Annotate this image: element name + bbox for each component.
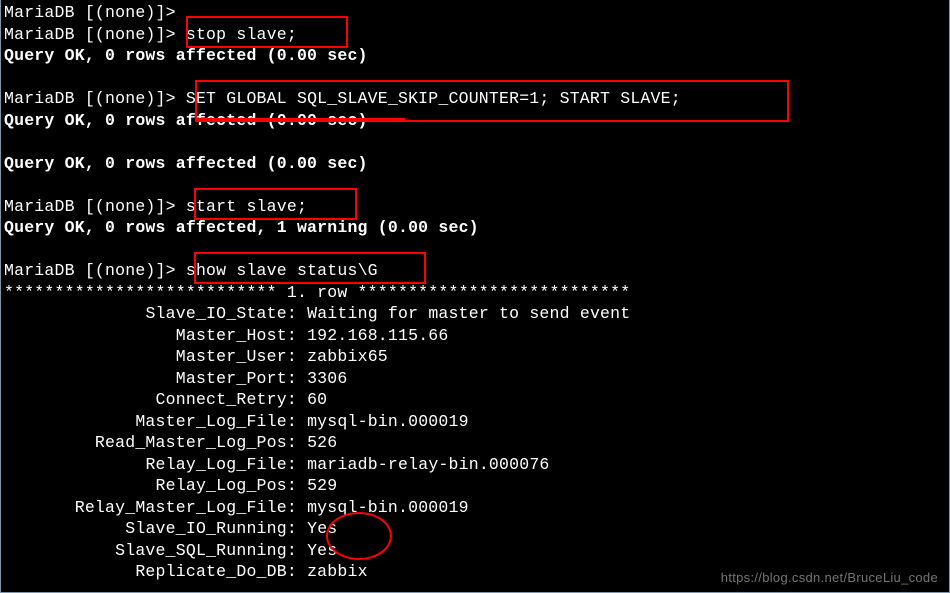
blank-2 bbox=[4, 132, 14, 151]
status-row: Relay_Log_File: mariadb-relay-bin.000076 bbox=[4, 455, 550, 474]
prompt-line-skip: MariaDB [(none)]> SET GLOBAL SQL_SLAVE_S… bbox=[4, 89, 681, 108]
response-ok-1: Query OK, 0 rows affected (0.00 sec) bbox=[4, 46, 368, 65]
status-row: Relay_Log_Pos: 529 bbox=[4, 476, 337, 495]
blank-4 bbox=[4, 240, 14, 259]
prompt-line-status: MariaDB [(none)]> show slave status\G bbox=[4, 261, 378, 280]
terminal-output[interactable]: MariaDB [(none)]> MariaDB [(none)]> stop… bbox=[0, 0, 950, 593]
status-row: Connect_Retry: 60 bbox=[4, 390, 327, 409]
status-row: Replicate_Do_DB: zabbix bbox=[4, 562, 368, 581]
status-row: Slave_IO_Running: Yes bbox=[4, 519, 337, 538]
status-row: Slave_IO_State: Waiting for master to se… bbox=[4, 304, 630, 323]
status-row: Master_Host: 192.168.115.66 bbox=[4, 326, 449, 345]
status-row: Relay_Master_Log_File: mysql-bin.000019 bbox=[4, 498, 469, 517]
response-ok-warn: Query OK, 0 rows affected, 1 warning (0.… bbox=[4, 218, 479, 237]
status-header: *************************** 1. row *****… bbox=[4, 283, 630, 302]
status-row: Read_Master_Log_Pos: 526 bbox=[4, 433, 337, 452]
blank-1 bbox=[4, 68, 14, 87]
prompt-line-stop: MariaDB [(none)]> stop slave; bbox=[4, 25, 297, 44]
cmd-set-skip-counter: SET GLOBAL SQL_SLAVE_SKIP_COUNTER=1; STA… bbox=[186, 89, 681, 108]
prompt-line-start: MariaDB [(none)]> start slave; bbox=[4, 197, 307, 216]
blank-3 bbox=[4, 175, 14, 194]
response-ok-2: Query OK, 0 rows affected (0.00 sec) bbox=[4, 111, 368, 130]
status-row: Slave_SQL_Running: Yes bbox=[4, 541, 337, 560]
status-row: Master_User: zabbix65 bbox=[4, 347, 388, 366]
status-row: Master_Port: 3306 bbox=[4, 369, 348, 388]
watermark-text: https://blog.csdn.net/BruceLiu_code bbox=[721, 570, 938, 585]
status-row: Master_Log_File: mysql-bin.000019 bbox=[4, 412, 469, 431]
prompt-line-empty: MariaDB [(none)]> bbox=[4, 3, 186, 22]
response-ok-3: Query OK, 0 rows affected (0.00 sec) bbox=[4, 154, 368, 173]
cmd-show-slave-status: show slave status\G bbox=[186, 261, 378, 280]
cmd-start-slave: start slave; bbox=[186, 197, 307, 216]
cmd-stop-slave: stop slave; bbox=[186, 25, 297, 44]
